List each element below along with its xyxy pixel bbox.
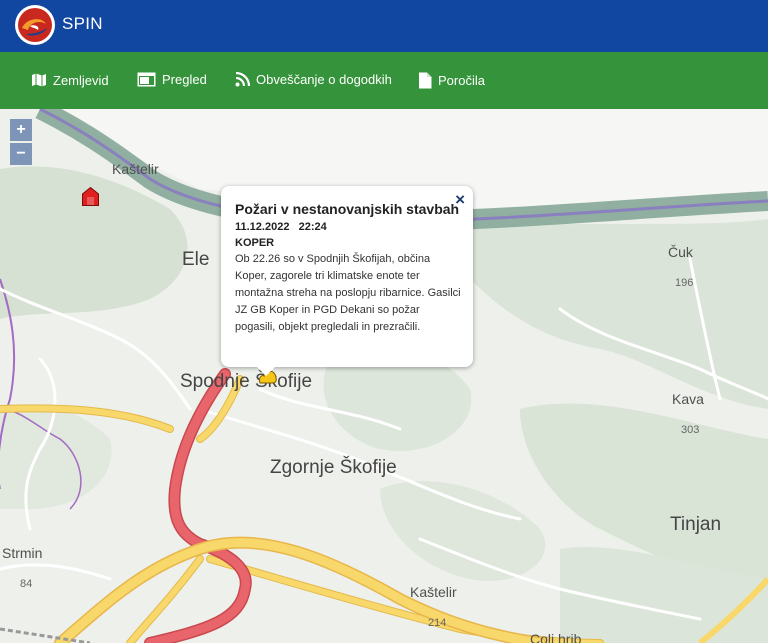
popup-date: 11.12.2022 22:24 xyxy=(235,221,327,233)
place-label: Spodnje Škofije xyxy=(180,371,313,392)
place-label: Kava xyxy=(672,391,704,407)
popup-description: Ob 22.26 so v Spodnjih Škofijah, občina … xyxy=(235,253,461,333)
place-label: Tinjan xyxy=(670,514,722,535)
place-label: Kaštelir xyxy=(410,584,457,600)
house-marker-icon[interactable] xyxy=(82,187,99,206)
nav-label: Obveščanje o dogodkih xyxy=(256,72,392,87)
nav-item-porocila[interactable]: Poročila xyxy=(418,72,485,89)
elevation-label: 303 xyxy=(681,424,700,436)
nav-label: Pregled xyxy=(162,72,207,87)
elevation-label: 84 xyxy=(20,578,33,590)
place-label: Čuk xyxy=(668,244,693,260)
document-icon xyxy=(419,72,432,89)
zoom-out-button[interactable]: − xyxy=(10,143,32,165)
popup-title: Požari v nestanovanjskih stavbah xyxy=(235,201,460,217)
main-nav: Zemljevid Pregled Obveščanje o dogodkih … xyxy=(0,52,768,109)
map-icon xyxy=(32,73,46,87)
nav-label: Poročila xyxy=(438,73,485,88)
rss-icon xyxy=(235,72,250,87)
map-view[interactable]: + − Kaštelir Ele Čuk 196 Spodnje Škofije… xyxy=(0,109,768,643)
popup-location: KOPER xyxy=(235,237,275,249)
nav-label: Zemljevid xyxy=(53,72,109,88)
close-icon[interactable]: × xyxy=(455,190,465,210)
place-label: Zgornje Škofije xyxy=(270,457,397,478)
zoom-control: + − xyxy=(10,119,32,167)
elevation-label: 196 xyxy=(675,277,694,289)
window-icon xyxy=(137,72,156,87)
top-bar: SPIN xyxy=(0,0,768,52)
place-label: Ele xyxy=(182,249,210,270)
place-label: Kaštelir xyxy=(112,161,159,177)
app-title: SPIN xyxy=(62,14,103,33)
nav-item-obvescanje[interactable]: Obveščanje o dogodkih xyxy=(235,72,392,87)
elevation-label: 214 xyxy=(428,617,447,629)
spin-logo-icon xyxy=(15,5,55,45)
event-popup: × Požari v nestanovanjskih stavbah 11.12… xyxy=(221,186,473,376)
nav-item-zemljevid[interactable]: Zemljevid xyxy=(31,72,109,88)
place-label: Coli hrib xyxy=(530,631,582,643)
place-label: Strmin xyxy=(2,545,43,561)
zoom-in-button[interactable]: + xyxy=(10,119,32,141)
nav-item-pregled[interactable]: Pregled xyxy=(137,72,207,87)
